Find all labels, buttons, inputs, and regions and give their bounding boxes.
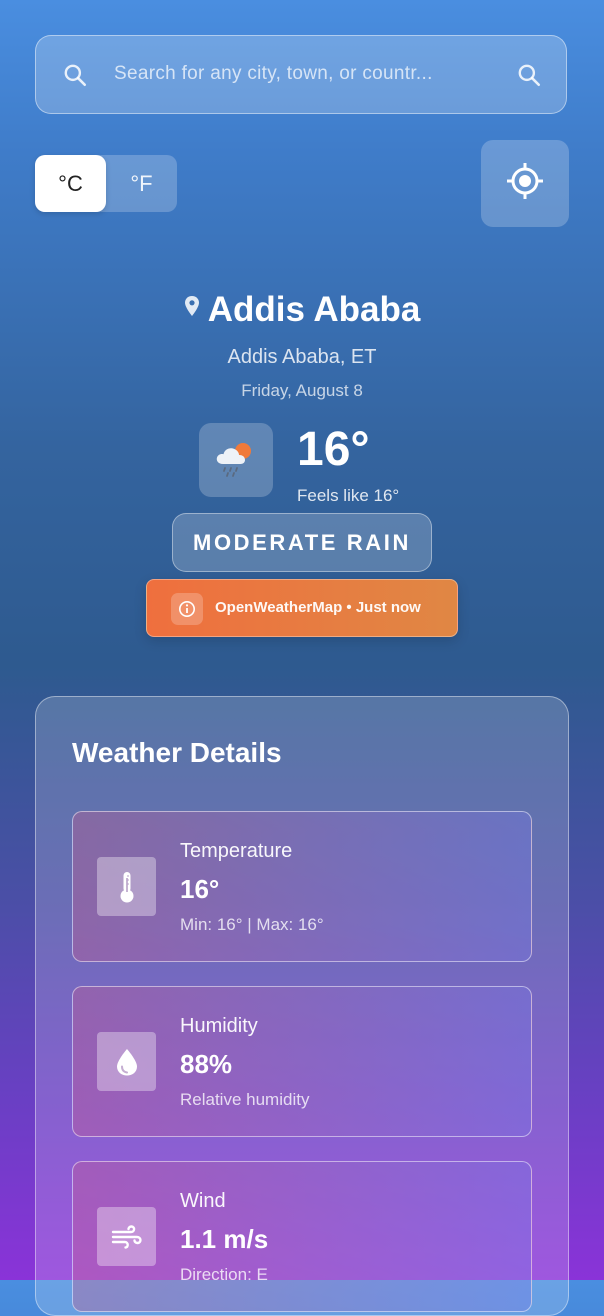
city-name: Addis Ababa [207,290,421,329]
feels-like-label: Feels like 16° [297,486,400,505]
detail-card-wind: Wind 1.1 m/s Direction: E [72,1161,532,1312]
wind-icon [97,1207,156,1266]
detail-subtext: Direction: E [180,1265,268,1284]
current-location-button[interactable] [481,140,569,227]
search-submit-icon[interactable] [516,62,542,88]
unit-toggle: °C °F [35,155,177,212]
region-label: Addis Ababa, ET [227,346,377,368]
detail-label: Humidity [180,1015,258,1037]
detail-subtext: Relative humidity [180,1090,310,1109]
detail-value: 16° [180,874,220,904]
condition-badge: MODERATE RAIN [172,513,432,572]
detail-value: 88% [180,1049,233,1079]
detail-label: Wind [180,1190,226,1212]
city-heading: Addis Ababa [0,290,604,330]
data-source-text: OpenWeatherMap • Just now [215,599,421,616]
search-input[interactable]: Search for any city, town, or countr... [114,63,474,85]
gps-crosshair-icon [505,161,545,206]
date-label: Friday, August 8 [241,381,363,400]
current-temperature: 16° [297,423,370,476]
search-bar[interactable]: Search for any city, town, or countr... [35,35,567,114]
fahrenheit-toggle-button[interactable]: °F [106,155,177,212]
search-icon [62,62,88,88]
detail-label: Temperature [180,840,293,862]
thermometer-icon [97,857,156,916]
weather-icon-box [199,423,273,497]
detail-card-temperature: Temperature 16° Min: 16° | Max: 16° [72,811,532,962]
info-icon [171,593,203,625]
weather-details-title: Weather Details [72,737,282,768]
detail-card-humidity: Humidity 88% Relative humidity [72,986,532,1137]
location-pin-icon [184,295,199,316]
detail-subtext: Min: 16° | Max: 16° [180,915,324,934]
detail-value: 1.1 m/s [180,1224,269,1254]
water-drop-icon [97,1032,156,1091]
celsius-toggle-button[interactable]: °C [35,155,106,212]
rain-cloud-sun-icon [213,438,259,483]
data-source-badge: OpenWeatherMap • Just now [146,579,458,637]
